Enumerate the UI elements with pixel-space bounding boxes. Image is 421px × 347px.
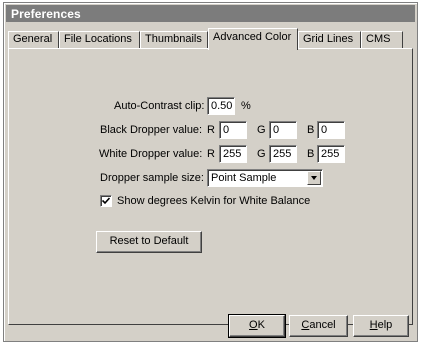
- help-label-post: elp: [377, 319, 393, 331]
- white-r-label: R: [207, 148, 215, 160]
- black-g-value: 0: [273, 124, 280, 136]
- tab-general[interactable]: General: [8, 31, 59, 48]
- advanced-color-panel: Auto-Contrast clip: 0.50 % Black Dropper…: [8, 48, 413, 325]
- white-g-input[interactable]: 255: [269, 145, 297, 163]
- black-g-label: G: [257, 124, 266, 136]
- auto-contrast-value: 0.50: [211, 100, 233, 112]
- tab-thumbnails[interactable]: Thumbnails: [140, 31, 208, 48]
- sample-size-select[interactable]: Point Sample: [207, 169, 323, 187]
- ok-label-mnemonic: O: [249, 319, 258, 331]
- auto-contrast-label: Auto-Contrast clip:: [114, 100, 205, 112]
- white-b-input[interactable]: 255: [317, 145, 345, 163]
- black-b-value: 0: [321, 124, 328, 136]
- black-r-input[interactable]: 0: [219, 121, 247, 139]
- ok-label-post: K: [257, 319, 265, 331]
- ok-button[interactable]: OK: [228, 314, 286, 338]
- white-g-label: G: [257, 148, 266, 160]
- white-dropper-label: White Dropper value:: [99, 148, 203, 160]
- preferences-dialog: Preferences General File Locations Thumb…: [3, 2, 418, 342]
- auto-contrast-input[interactable]: 0.50: [207, 97, 235, 115]
- white-b-value: 255: [321, 148, 340, 160]
- black-r-value: 0: [223, 124, 230, 136]
- black-b-input[interactable]: 0: [317, 121, 345, 139]
- auto-contrast-unit: %: [241, 100, 251, 112]
- reset-to-default-button[interactable]: Reset to Default: [96, 231, 202, 253]
- chevron-down-icon[interactable]: [307, 171, 321, 185]
- sample-size-value: Point Sample: [211, 172, 277, 184]
- white-b-label: B: [307, 148, 315, 160]
- black-b-label: B: [307, 124, 315, 136]
- white-r-value: 255: [223, 148, 242, 160]
- white-r-input[interactable]: 255: [219, 145, 247, 163]
- tab-strip: General File Locations Thumbnails Advanc…: [8, 27, 413, 50]
- tab-file-locations[interactable]: File Locations: [59, 31, 140, 48]
- white-g-value: 255: [273, 148, 292, 160]
- title-bar[interactable]: Preferences: [6, 5, 415, 22]
- cancel-label-post: ancel: [309, 319, 336, 331]
- help-button[interactable]: Help: [353, 315, 409, 337]
- kelvin-label: Show degrees Kelvin for White Balance: [117, 195, 311, 207]
- help-label-mnemonic: H: [369, 319, 378, 331]
- cancel-button[interactable]: Cancel: [289, 315, 348, 337]
- sample-size-label: Dropper sample size:: [100, 172, 204, 184]
- kelvin-checkbox[interactable]: [100, 195, 112, 207]
- checkmark-icon: [102, 197, 110, 205]
- tab-cms[interactable]: CMS: [361, 31, 403, 48]
- window-title: Preferences: [11, 7, 81, 21]
- black-g-input[interactable]: 0: [269, 121, 297, 139]
- black-r-label: R: [207, 124, 215, 136]
- tab-advanced-color[interactable]: Advanced Color: [208, 28, 298, 50]
- black-dropper-label: Black Dropper value:: [100, 124, 203, 136]
- tab-grid-lines[interactable]: Grid Lines: [298, 31, 361, 48]
